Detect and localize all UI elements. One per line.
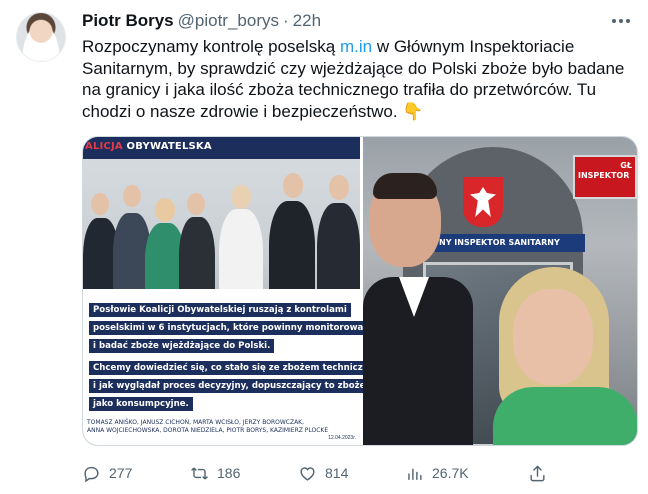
- selfie-man: [363, 173, 473, 445]
- party-banner: ALICJA OBYWATELSKA: [83, 137, 360, 159]
- share-icon: [530, 464, 545, 481]
- banner-prefix: ALICJA: [85, 141, 123, 152]
- author-avatar[interactable]: [16, 12, 66, 62]
- separator-dot: ·: [283, 11, 289, 30]
- info-line: jako konsumpcyjne.: [89, 397, 193, 411]
- mp-names: TOMASZ ANIŚKO, JANUSZ CICHOŃ, MARTA WCIS…: [87, 419, 357, 435]
- tweet-time[interactable]: 22h: [293, 11, 321, 31]
- mp-names-line2: ANNA WOJCIECHOWSKA, DOROTA NIEDZIELA, PI…: [87, 427, 329, 434]
- author-name[interactable]: Piotr Borys: [82, 11, 174, 31]
- views-button[interactable]: 26.7K: [405, 464, 469, 483]
- info-box: Posłowie Koalicji Obywatelskiej ruszają …: [83, 289, 388, 445]
- retweet-count: 186: [217, 465, 241, 481]
- views-count: 26.7K: [432, 465, 469, 481]
- media-image-left[interactable]: ALICJA OBYWATELSKA Posłowie Koalicji Oby…: [83, 137, 388, 445]
- like-button[interactable]: 814: [298, 464, 348, 483]
- author-handle[interactable]: @piotr_borys: [178, 11, 279, 31]
- retweet-button[interactable]: 186: [190, 464, 240, 483]
- info-line: Chcemy dowiedzieć się, co stało się ze z…: [89, 361, 388, 375]
- tweet-link[interactable]: m.in: [340, 37, 372, 56]
- reply-button[interactable]: 277: [82, 464, 132, 483]
- info-line: i badać zboże wjeżdżające do Polski.: [89, 339, 275, 353]
- plaque-line2: INSPEKTOR: [578, 171, 630, 180]
- retweet-icon: [191, 466, 208, 480]
- info-line: poselskimi w 6 instytucjach, które powin…: [89, 321, 373, 335]
- banner-text: ALICJA OBYWATELSKA: [85, 141, 212, 152]
- reply-icon: [84, 466, 99, 482]
- info-line: i jak wyglądał proces decyzyjny, dopuszc…: [89, 379, 370, 393]
- plaque-line1: GŁ: [620, 161, 632, 170]
- tweet-text-part1: Rozpoczynamy kontrolę poselską: [82, 37, 340, 56]
- banner-suffix: OBYWATELSKA: [122, 141, 212, 152]
- tweet-media[interactable]: ALICJA OBYWATELSKA Posłowie Koalicji Oby…: [82, 136, 638, 446]
- like-count: 814: [325, 465, 349, 481]
- mp-names-line1: TOMASZ ANIŚKO, JANUSZ CICHOŃ, MARTA WCIS…: [87, 419, 305, 426]
- image-date: 12.04.2023r.: [328, 435, 356, 441]
- tweet-actions: 277 186 814 26.7K: [82, 460, 638, 486]
- info-line: Posłowie Koalicji Obywatelskiej ruszają …: [89, 303, 351, 317]
- red-plaque: GŁ INSPEKTOR: [573, 155, 637, 199]
- tweet-text: Rozpoczynamy kontrolę poselską m.in w Gł…: [82, 36, 638, 122]
- tweet-header: Piotr Borys @piotr_borys · 22h: [82, 10, 321, 32]
- views-icon: [408, 468, 422, 480]
- reply-count: 277: [109, 465, 133, 481]
- like-icon: [300, 466, 315, 481]
- more-icon[interactable]: [606, 10, 636, 32]
- share-button[interactable]: [528, 464, 547, 483]
- selfie-woman: [493, 267, 637, 445]
- media-image-right[interactable]: NY INSPEKTOR SANITARNY GŁ INSPEKTOR: [363, 137, 637, 445]
